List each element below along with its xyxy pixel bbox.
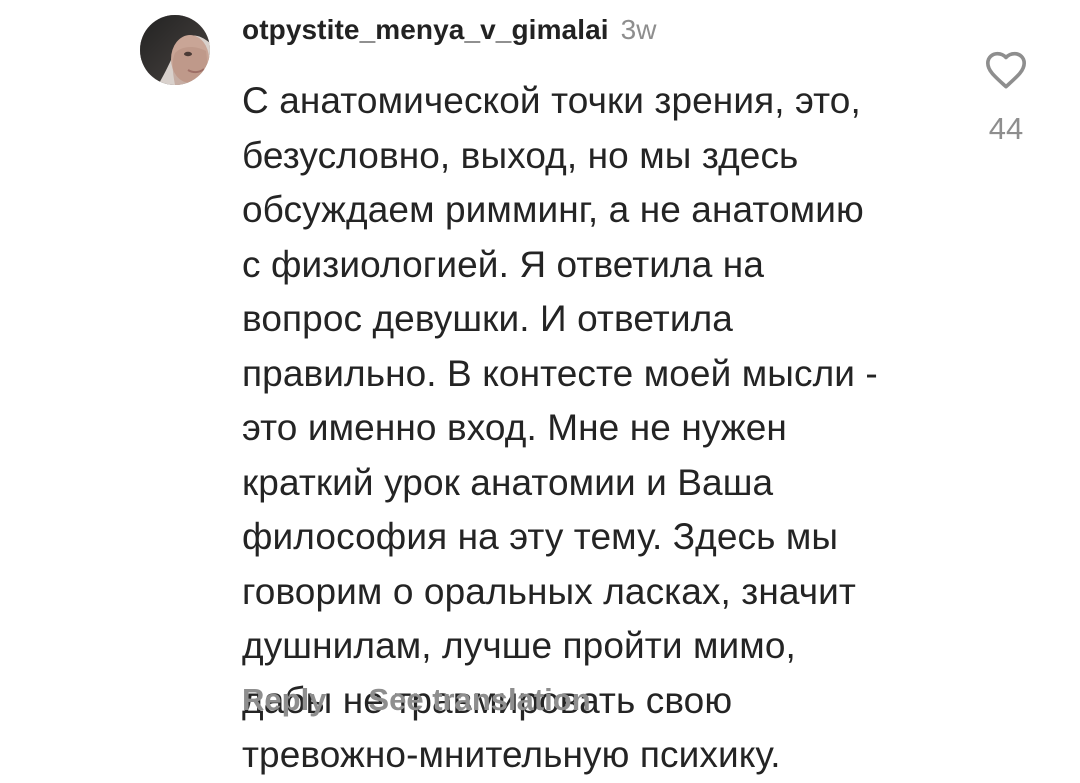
comment-text: С анатомической точки зрения, это, безус… <box>242 80 878 775</box>
comment: otpystite_menya_v_gimalai 3w С анатомиче… <box>0 0 1080 775</box>
comment-meta: otpystite_menya_v_gimalai 3w <box>242 14 942 58</box>
reply-button[interactable]: Reply <box>242 682 326 718</box>
comment-actions: Reply See translation <box>242 682 591 718</box>
username-link[interactable]: otpystite_menya_v_gimalai <box>242 14 609 46</box>
like-count: 44 <box>988 111 1024 146</box>
heart-outline-icon[interactable] <box>984 50 1028 90</box>
like-section: 44 <box>982 50 1030 147</box>
comment-content: otpystite_menya_v_gimalai 3w С анатомиче… <box>242 14 942 783</box>
see-translation-button[interactable]: See translation <box>368 682 590 718</box>
avatar[interactable] <box>140 15 210 85</box>
comment-time: 3w <box>620 14 657 45</box>
